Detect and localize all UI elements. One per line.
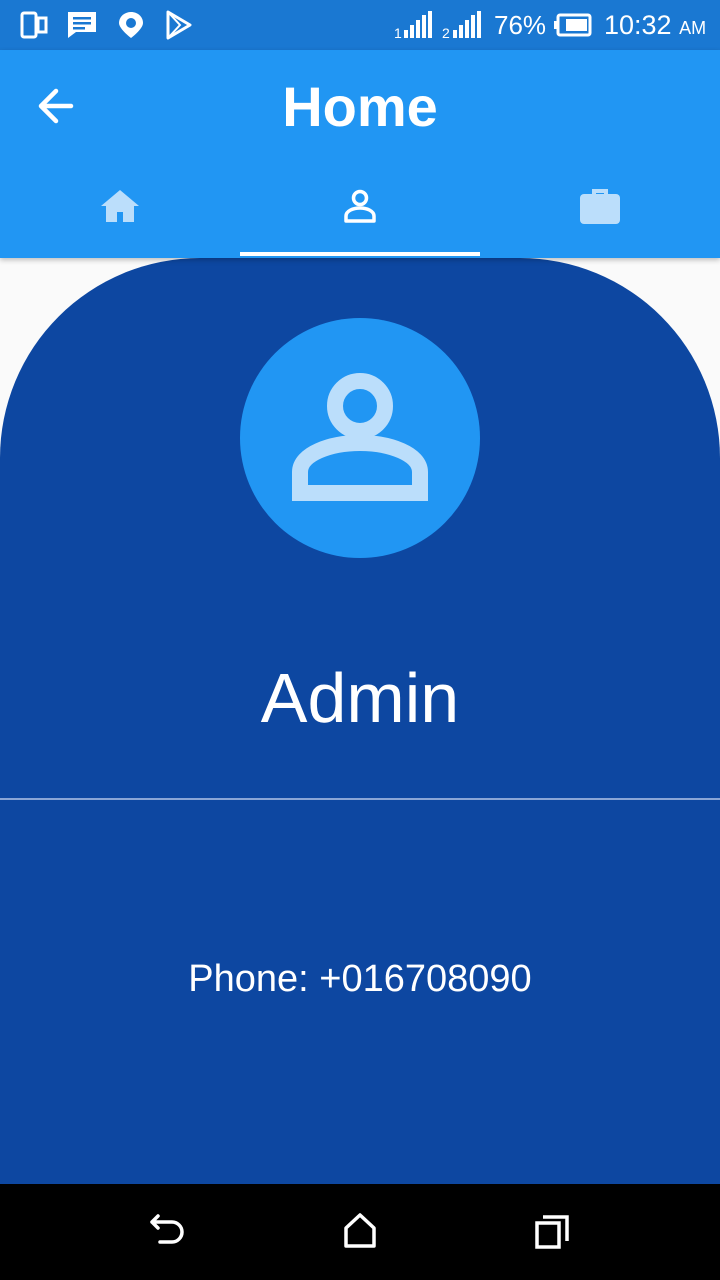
battery-icon [554,13,592,42]
message-icon [66,10,98,45]
person-icon [344,189,376,223]
clock-time: 10:32 [604,10,672,40]
profile-card: Admin Phone: +016708090 [0,258,720,1184]
phone-screen-icon [20,10,48,45]
clock: 10:32 AM [604,10,706,41]
svg-text:1: 1 [394,25,402,40]
tab-profile[interactable] [240,174,480,258]
person-avatar-icon [292,373,428,501]
clock-ampm: AM [679,18,707,38]
system-nav-bar [0,1184,720,1280]
svg-text:2: 2 [442,25,450,40]
sim2-signal-icon: 2 [442,10,484,45]
battery-percent: 76% [494,10,547,40]
status-bar: 1 2 76% 10:32 AM [0,0,720,50]
tab-home[interactable] [0,174,240,258]
back-nav-icon [150,1214,184,1244]
back-button[interactable] [26,84,86,128]
home-nav-icon [344,1213,376,1248]
nav-home-button[interactable] [336,1208,384,1256]
profile-name: Admin [260,659,460,737]
nav-recents-button[interactable] [528,1208,576,1256]
avatar [240,318,480,558]
nav-back-button[interactable] [144,1208,192,1256]
tab-work[interactable] [480,174,720,258]
profile-phone: Phone: +016708090 [188,958,532,1000]
page-title: Home [282,75,438,138]
play-store-icon [164,10,194,45]
app-bar: Home [0,50,720,258]
arrow-back-icon [38,88,74,124]
briefcase-icon [580,189,620,224]
location-pin-icon [116,10,146,45]
recents-nav-icon [535,1215,569,1249]
home-icon [101,190,139,222]
sim1-signal-icon: 1 [394,10,434,45]
divider [0,798,720,800]
tab-indicator [240,252,480,256]
